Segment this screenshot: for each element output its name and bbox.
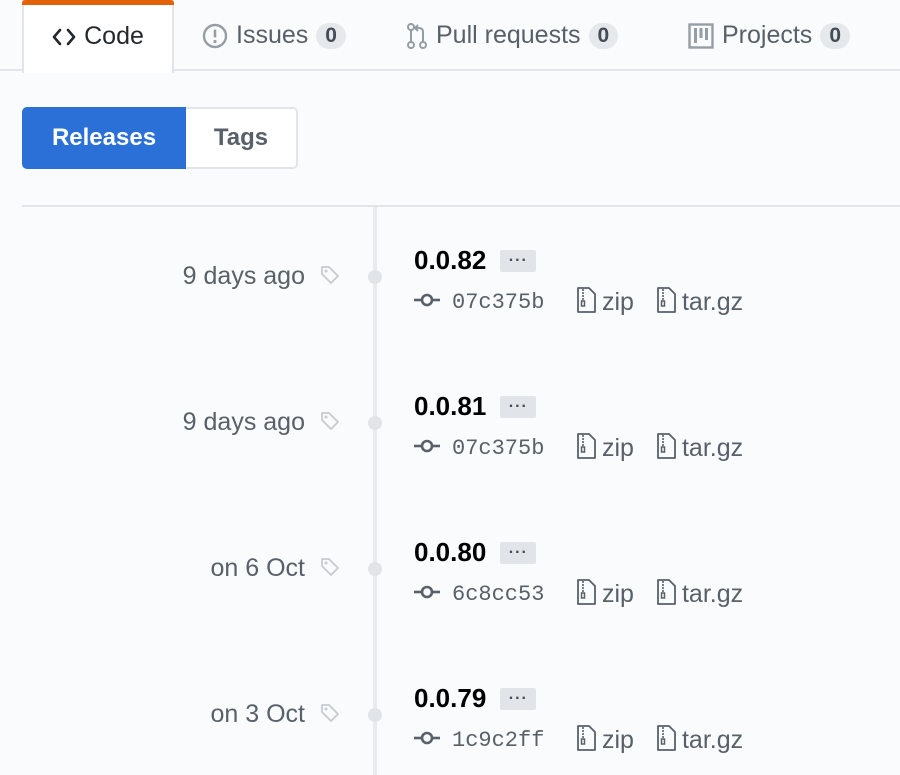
file-zip-icon (576, 578, 596, 610)
commit-sha: 07c375b (452, 289, 545, 315)
release-meta: 07c375b zip tar.gz (414, 432, 744, 464)
release-item: 9 days ago 0.0.82 ··· 07c375b zip tar.gz (0, 207, 900, 353)
release-item: on 3 Oct 0.0.79 ··· 1c9c2ff zip tar.gz (0, 645, 900, 775)
tab-projects[interactable]: Projects 0 (688, 0, 850, 71)
expand-details-button[interactable]: ··· (500, 687, 537, 710)
tag-icon (320, 557, 340, 582)
commit-link[interactable]: 1c9c2ff (414, 728, 558, 753)
targz-label: tar.gz (681, 725, 744, 754)
tab-issues-label: Issues (236, 21, 309, 49)
tags-button[interactable]: Tags (186, 107, 298, 169)
download-targz-link[interactable]: tar.gz (656, 432, 744, 464)
download-zip-link[interactable]: zip (576, 578, 634, 610)
expand-details-button[interactable]: ··· (500, 395, 537, 418)
download-zip-link[interactable]: zip (576, 724, 634, 756)
targz-label: tar.gz (681, 287, 744, 316)
projects-counter: 0 (820, 22, 850, 49)
git-commit-icon (414, 731, 440, 750)
expand-details-button[interactable]: ··· (500, 541, 537, 564)
timeline-dot (368, 708, 382, 722)
issue-opened-icon (202, 23, 228, 49)
download-targz-link[interactable]: tar.gz (656, 724, 744, 756)
git-commit-icon (414, 439, 440, 458)
zip-label: zip (602, 725, 634, 754)
git-pull-request-icon (406, 22, 428, 50)
tag-icon (320, 265, 340, 290)
release-date: 9 days ago (182, 262, 305, 290)
download-zip-link[interactable]: zip (576, 286, 634, 318)
tag-icon (320, 411, 340, 436)
release-version-link[interactable]: 0.0.80 (414, 537, 486, 568)
timeline-dot (368, 270, 382, 284)
file-zip-icon (656, 724, 676, 756)
release-item: on 6 Oct 0.0.80 ··· 6c8cc53 zip tar.gz (0, 499, 900, 645)
download-targz-link[interactable]: tar.gz (656, 286, 744, 318)
expand-details-button[interactable]: ··· (500, 249, 537, 272)
issues-counter: 0 (316, 22, 346, 49)
release-date: 9 days ago (182, 408, 305, 436)
git-commit-icon (414, 585, 440, 604)
download-zip-link[interactable]: zip (576, 432, 634, 464)
file-zip-icon (576, 724, 596, 756)
commit-sha: 07c375b (452, 435, 545, 461)
tab-pull-requests-label: Pull requests (436, 21, 581, 49)
zip-label: zip (602, 579, 634, 608)
commit-sha: 6c8cc53 (452, 581, 545, 607)
file-zip-icon (656, 432, 676, 464)
release-title-row: 0.0.79 ··· (414, 683, 537, 714)
release-meta: 1c9c2ff zip tar.gz (414, 724, 744, 756)
tab-projects-label: Projects (722, 21, 813, 49)
tab-pull-requests[interactable]: Pull requests 0 (406, 0, 619, 71)
file-zip-icon (576, 432, 596, 464)
download-targz-link[interactable]: tar.gz (656, 578, 744, 610)
release-version-link[interactable]: 0.0.81 (414, 391, 486, 422)
tab-code[interactable]: Code (22, 0, 174, 73)
file-zip-icon (576, 286, 596, 318)
zip-label: zip (602, 433, 634, 462)
releases-button[interactable]: Releases (22, 107, 186, 169)
release-version-link[interactable]: 0.0.79 (414, 683, 486, 714)
code-icon (52, 28, 76, 46)
release-title-row: 0.0.81 ··· (414, 391, 537, 422)
release-item: 9 days ago 0.0.81 ··· 07c375b zip tar.gz (0, 353, 900, 499)
release-date: on 6 Oct (210, 554, 306, 582)
targz-label: tar.gz (681, 433, 744, 462)
commit-sha: 1c9c2ff (452, 727, 545, 753)
repo-nav: Code Issues 0 Pull requests 0 Projects 0 (0, 0, 900, 73)
pull-requests-counter: 0 (588, 22, 619, 49)
release-meta: 07c375b zip tar.gz (414, 286, 744, 318)
tag-icon (320, 703, 340, 728)
release-title-row: 0.0.82 ··· (414, 245, 537, 276)
tab-code-label: Code (84, 22, 144, 50)
targz-label: tar.gz (681, 579, 744, 608)
commit-link[interactable]: 6c8cc53 (414, 582, 558, 607)
commit-link[interactable]: 07c375b (414, 436, 558, 461)
git-commit-icon (414, 293, 440, 312)
zip-label: zip (602, 287, 634, 316)
commit-link[interactable]: 07c375b (414, 290, 558, 315)
release-date: on 3 Oct (210, 700, 306, 728)
tab-issues[interactable]: Issues 0 (202, 0, 346, 71)
file-zip-icon (656, 578, 676, 610)
releases-tags-toggle: Releases Tags (22, 107, 298, 169)
release-title-row: 0.0.80 ··· (414, 537, 537, 568)
releases-page: Code Issues 0 Pull requests 0 Projects 0… (0, 0, 900, 775)
file-zip-icon (656, 286, 676, 318)
release-meta: 6c8cc53 zip tar.gz (414, 578, 744, 610)
timeline-dot (368, 562, 382, 576)
timeline-dot (368, 416, 382, 430)
project-icon (688, 22, 714, 49)
release-version-link[interactable]: 0.0.82 (414, 245, 486, 276)
